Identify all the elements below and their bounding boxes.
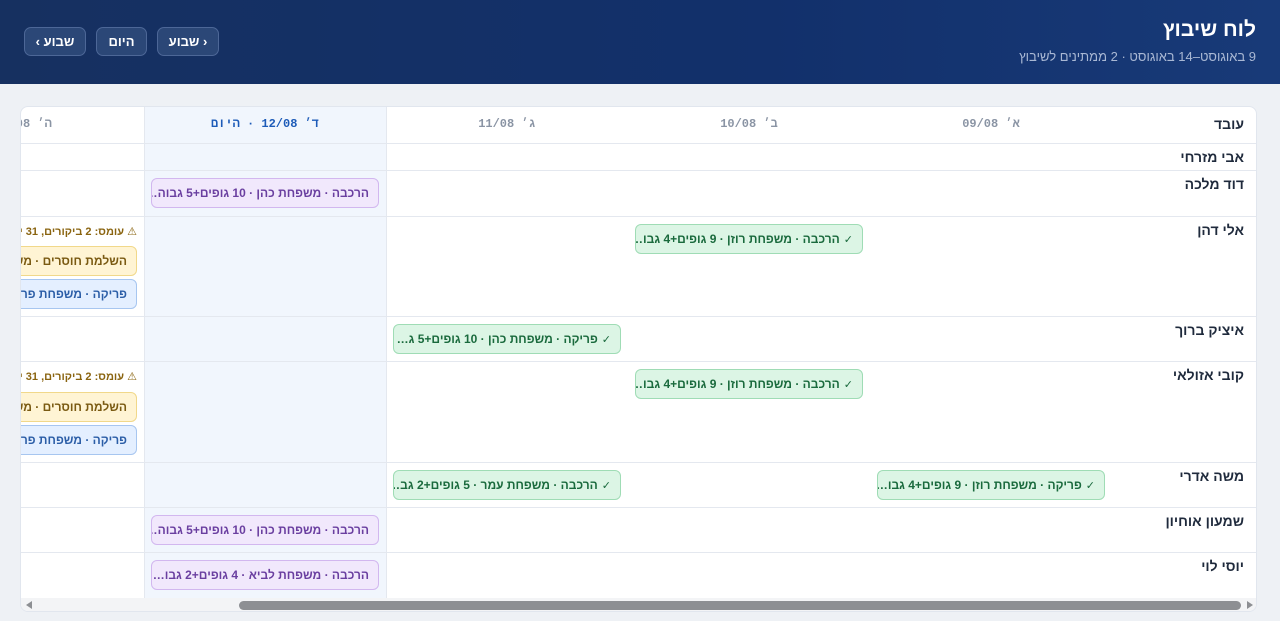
scroll-right-icon[interactable] <box>1247 601 1253 609</box>
job-chip-done[interactable]: ✓הרכבה · משפחת רוזן · 9 גופים+4 גבו… <box>635 224 863 254</box>
check-icon: ✓ <box>1085 479 1095 492</box>
job-chip-info[interactable]: פריקה · משפחת פרי <box>21 425 137 455</box>
column-divider <box>386 107 387 598</box>
check-icon: ✓ <box>843 233 853 246</box>
row-divider <box>21 507 1256 508</box>
employee-name: אלי דהן <box>1197 222 1244 238</box>
prev-week-button[interactable]: ‹ שבוע <box>157 27 219 56</box>
job-chip-done[interactable]: ✓הרכבה · משפחת רוזן · 9 גופים+4 גבו… <box>635 369 863 399</box>
job-chip-assigned[interactable]: הרכבה · משפחת לביא · 4 גופים+2 גבו… <box>151 560 379 590</box>
page-subtitle: 9 באוגוסט–14 באוגוסט · 2 ממתינים לשיבוץ <box>1019 49 1256 64</box>
row-divider <box>21 216 1256 217</box>
job-chip-label: הרכבה · משפחת כהן · 10 גופים+5 גבוה… <box>152 523 369 537</box>
job-chip-label: הרכבה · משפחת עמר · 5 גופים+2 גב… <box>394 478 598 492</box>
day-header-thu: ה׳ 13/08 <box>21 117 52 131</box>
job-chip-info[interactable]: פריקה · משפחת פרי <box>21 279 137 309</box>
column-divider <box>144 107 145 598</box>
employee-name: משה אדרי <box>1179 468 1244 484</box>
row-divider <box>21 143 1256 144</box>
warning-icon: ⚠ <box>127 371 137 383</box>
app-header: לוח שיבוץ 9 באוגוסט–14 באוגוסט · 2 ממתינ… <box>0 0 1280 84</box>
employee-name: איציק ברוך <box>1175 322 1244 338</box>
employee-column-header: עובד <box>1214 116 1244 132</box>
warning-icon: ⚠ <box>127 226 137 238</box>
employee-name: קובי אזולאי <box>1172 367 1244 383</box>
schedule-grid: עובד א׳ 09/08 ב׳ 10/08 ג׳ 11/08 ד׳ 12/08… <box>21 107 1256 598</box>
job-chip-label: הרכבה · משפחת רוזן · 9 גופים+4 גבו… <box>636 232 840 246</box>
job-chip-assigned[interactable]: הרכבה · משפחת כהן · 10 גופים+5 גבוה… <box>151 178 379 208</box>
employee-name: דוד מלכה <box>1184 176 1244 192</box>
row-divider <box>21 462 1256 463</box>
scroll-left-icon[interactable] <box>26 601 32 609</box>
job-chip-label: פריקה · משפחת רוזן · 9 גופים+4 גבו… <box>877 478 1082 492</box>
scrollbar-thumb[interactable] <box>239 601 1241 610</box>
next-week-button[interactable]: שבוע › <box>24 27 86 56</box>
row-divider <box>21 361 1256 362</box>
job-chip-label: הרכבה · משפחת לביא · 4 גופים+2 גבו… <box>152 568 369 582</box>
job-chip-warning[interactable]: השלמת חוסרים · משפחת <box>21 246 137 276</box>
job-chip-label: פריקה · משפחת כהן · 10 גופים+5 ג… <box>396 332 598 346</box>
job-chip-assigned[interactable]: הרכבה · משפחת כהן · 10 גופים+5 גבוה… <box>151 515 379 545</box>
job-chip-label: הרכבה · משפחת רוזן · 9 גופים+4 גבו… <box>636 377 840 391</box>
day-header-tue: ג׳ 11/08 <box>478 117 536 131</box>
job-chip-done[interactable]: ✓הרכבה · משפחת עמר · 5 גופים+2 גב… <box>393 470 621 500</box>
day-header-mon: ב׳ 10/08 <box>720 117 778 131</box>
row-divider <box>21 170 1256 171</box>
job-chip-done[interactable]: ✓ פריקה · משפחת רוזן · 9 גופים+4 גבו… <box>877 470 1105 500</box>
employee-name: שמעון אוחיון <box>1165 513 1244 529</box>
load-warning-text: עומס: 2 ביקורים, 31 יח׳ <box>21 371 125 383</box>
load-warning: ⚠ עומס: 2 ביקורים, 31 יח׳ <box>21 225 137 238</box>
job-chip-label: פריקה · משפחת פרי <box>21 287 127 301</box>
schedule-board: עובד א׳ 09/08 ב׳ 10/08 ג׳ 11/08 ד׳ 12/08… <box>20 106 1257 612</box>
employee-name: יוסי לוי <box>1201 558 1244 574</box>
check-icon: ✓ <box>601 479 611 492</box>
job-chip-warning[interactable]: השלמת חוסרים · משפחת <box>21 392 137 422</box>
job-chip-label: השלמת חוסרים · משפחת <box>21 400 127 414</box>
load-warning-text: עומס: 2 ביקורים, 31 יח׳ <box>21 226 125 238</box>
employee-name: אבי מזרחי <box>1180 149 1244 165</box>
page-title: לוח שיבוץ <box>1162 18 1256 41</box>
job-chip-done[interactable]: ✓ פריקה · משפחת כהן · 10 גופים+5 ג… <box>393 324 621 354</box>
today-button[interactable]: היום <box>96 27 147 56</box>
row-divider <box>21 316 1256 317</box>
check-icon: ✓ <box>601 333 611 346</box>
horizontal-scrollbar[interactable] <box>21 598 1256 611</box>
check-icon: ✓ <box>843 378 853 391</box>
row-divider <box>21 552 1256 553</box>
job-chip-label: הרכבה · משפחת כהן · 10 גופים+5 גבוה… <box>152 186 369 200</box>
job-chip-label: השלמת חוסרים · משפחת <box>21 254 127 268</box>
day-header-sun: א׳ 09/08 <box>962 117 1020 131</box>
job-chip-label: פריקה · משפחת פרי <box>21 433 127 447</box>
day-header-today: ד׳ 12/08 · היום <box>210 117 320 131</box>
load-warning: ⚠ עומס: 2 ביקורים, 31 יח׳ <box>21 370 137 383</box>
